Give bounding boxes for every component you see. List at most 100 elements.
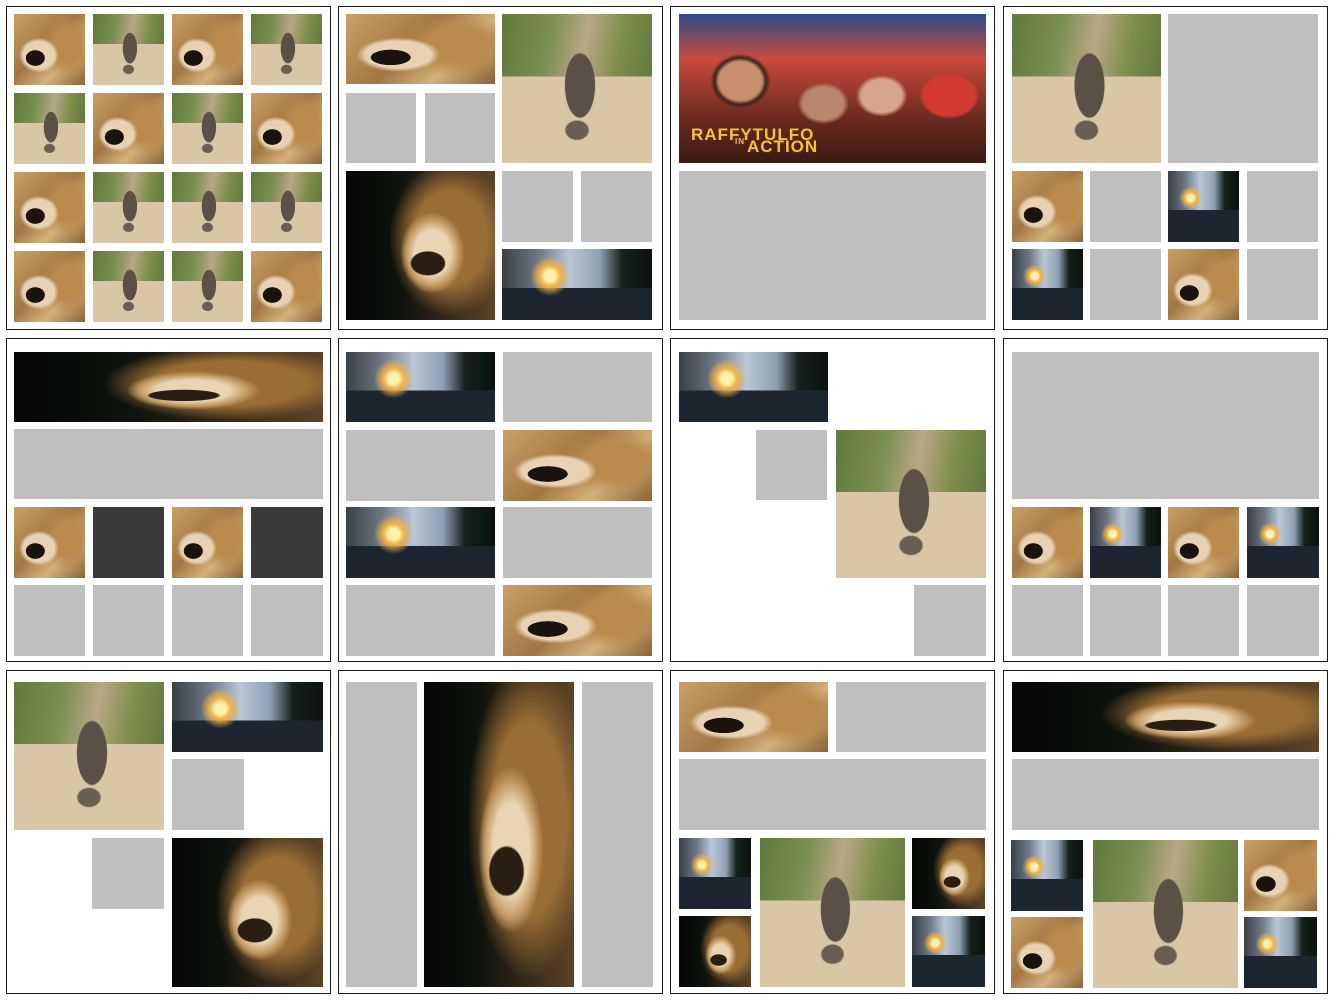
empty-slot[interactable] (582, 682, 653, 987)
tv-show-subtitle-prefix: IN (735, 137, 745, 146)
street-image (1090, 507, 1161, 578)
empty-slot[interactable] (346, 93, 416, 163)
lion-image (912, 838, 985, 909)
street-image (502, 249, 652, 320)
empty-slot[interactable] (836, 682, 986, 752)
empty-slot[interactable] (251, 585, 323, 656)
empty-slot[interactable] (92, 838, 164, 909)
elephant-image (251, 172, 322, 243)
empty-slot[interactable] (14, 585, 85, 656)
elephant-image (172, 251, 243, 322)
lion-image (503, 585, 652, 656)
lion-image (679, 682, 828, 752)
lion-image (14, 14, 85, 85)
empty-slot[interactable] (1247, 171, 1318, 242)
lion-image (1012, 171, 1083, 242)
empty-slot[interactable] (346, 585, 495, 656)
empty-slot[interactable] (756, 430, 827, 500)
elephant-image (836, 430, 986, 578)
layout-panel-6[interactable] (338, 338, 663, 662)
lion-image (14, 251, 85, 322)
layout-panel-7[interactable] (670, 338, 995, 662)
empty-slot[interactable] (1247, 585, 1319, 656)
lion-image (679, 916, 751, 987)
elephant-image (14, 93, 85, 164)
empty-slot[interactable] (1090, 585, 1161, 656)
street-image (346, 507, 495, 578)
elephant-image (172, 93, 243, 164)
empty-slot[interactable] (1168, 585, 1239, 656)
elephant-image (502, 14, 652, 163)
lion-image (14, 172, 85, 243)
elephant-image (760, 838, 905, 987)
empty-slot[interactable] (679, 759, 986, 830)
empty-slot[interactable] (1090, 249, 1161, 320)
elephant-image (172, 172, 243, 243)
elephant-image (1012, 14, 1161, 163)
empty-slot-selected[interactable] (93, 507, 164, 578)
layout-panel-9[interactable] (6, 670, 331, 994)
lion-image (1011, 917, 1083, 988)
empty-slot[interactable] (1012, 352, 1319, 499)
empty-slot[interactable] (914, 585, 986, 656)
empty-slot[interactable] (1247, 249, 1318, 320)
empty-slot[interactable] (346, 430, 495, 501)
lion-image (503, 430, 652, 501)
empty-slot[interactable] (503, 507, 652, 578)
street-image (172, 682, 323, 752)
layout-panel-2[interactable] (338, 6, 663, 330)
empty-slot[interactable] (1090, 171, 1161, 242)
empty-slot-selected[interactable] (251, 507, 323, 578)
lion-image (424, 682, 574, 987)
layout-panel-5[interactable] (6, 338, 331, 662)
street-image (1247, 507, 1319, 578)
empty-slot[interactable] (581, 171, 652, 242)
empty-slot[interactable] (1168, 14, 1318, 163)
layout-panel-11[interactable] (670, 670, 995, 994)
elephant-image (251, 14, 322, 85)
street-image (679, 352, 828, 422)
empty-slot[interactable] (1012, 585, 1083, 656)
lion-image (346, 14, 495, 84)
lion-image (172, 14, 243, 85)
empty-slot[interactable] (1012, 759, 1319, 830)
elephant-image (14, 682, 164, 830)
tv-show-subtitle: IN ACTION (735, 137, 818, 157)
layout-panel-3[interactable]: RAFFYTULFO IN ACTION (670, 6, 995, 330)
layout-panel-4[interactable] (1003, 6, 1328, 330)
elephant-image (93, 14, 164, 85)
street-image (1244, 917, 1317, 988)
lion-image (251, 251, 322, 322)
lion-image (251, 93, 322, 164)
street-image (679, 838, 751, 909)
lion-image (172, 838, 323, 987)
empty-slot[interactable] (346, 682, 417, 987)
elephant-image (93, 172, 164, 243)
lion-image (93, 93, 164, 164)
lion-image (1012, 682, 1319, 752)
empty-slot[interactable] (14, 429, 323, 499)
layout-panel-12[interactable] (1003, 670, 1328, 994)
tv-show-subtitle-text: ACTION (747, 137, 819, 156)
street-image (912, 916, 985, 987)
street-image (346, 352, 495, 422)
empty-slot[interactable] (503, 352, 652, 422)
street-image (1168, 171, 1239, 242)
lion-image (1168, 249, 1239, 320)
empty-slot[interactable] (679, 171, 986, 320)
tv-show-image: RAFFYTULFO IN ACTION (679, 14, 986, 163)
layout-panel-10[interactable] (338, 670, 663, 994)
street-image (1011, 840, 1083, 911)
lion-image (346, 171, 495, 320)
empty-slot[interactable] (172, 585, 243, 656)
lion-image (172, 507, 243, 578)
layout-panel-1[interactable] (6, 6, 331, 330)
empty-slot[interactable] (502, 171, 573, 242)
layout-panel-8[interactable] (1003, 338, 1328, 662)
empty-slot[interactable] (93, 585, 164, 656)
elephant-image (1093, 840, 1238, 988)
lion-image (14, 352, 323, 422)
street-image (1012, 249, 1083, 320)
empty-slot[interactable] (425, 93, 495, 163)
empty-slot[interactable] (172, 759, 244, 830)
